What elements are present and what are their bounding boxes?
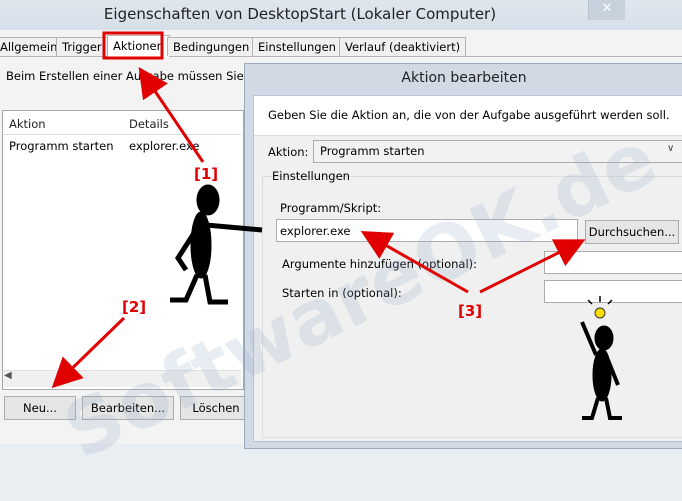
callout-1: [1] [194,165,219,183]
arrow-3a [360,231,469,294]
pointing-figure-icon [170,184,263,305]
tab-highlight-box [102,31,164,60]
arrow-2 [51,316,126,389]
idea-figure-icon [580,296,622,420]
callout-2: [2] [122,298,147,316]
arrow-3b [479,239,586,294]
callout-3: [3] [458,302,483,320]
arrow-1 [138,67,205,163]
annotation-overlay [51,31,622,420]
